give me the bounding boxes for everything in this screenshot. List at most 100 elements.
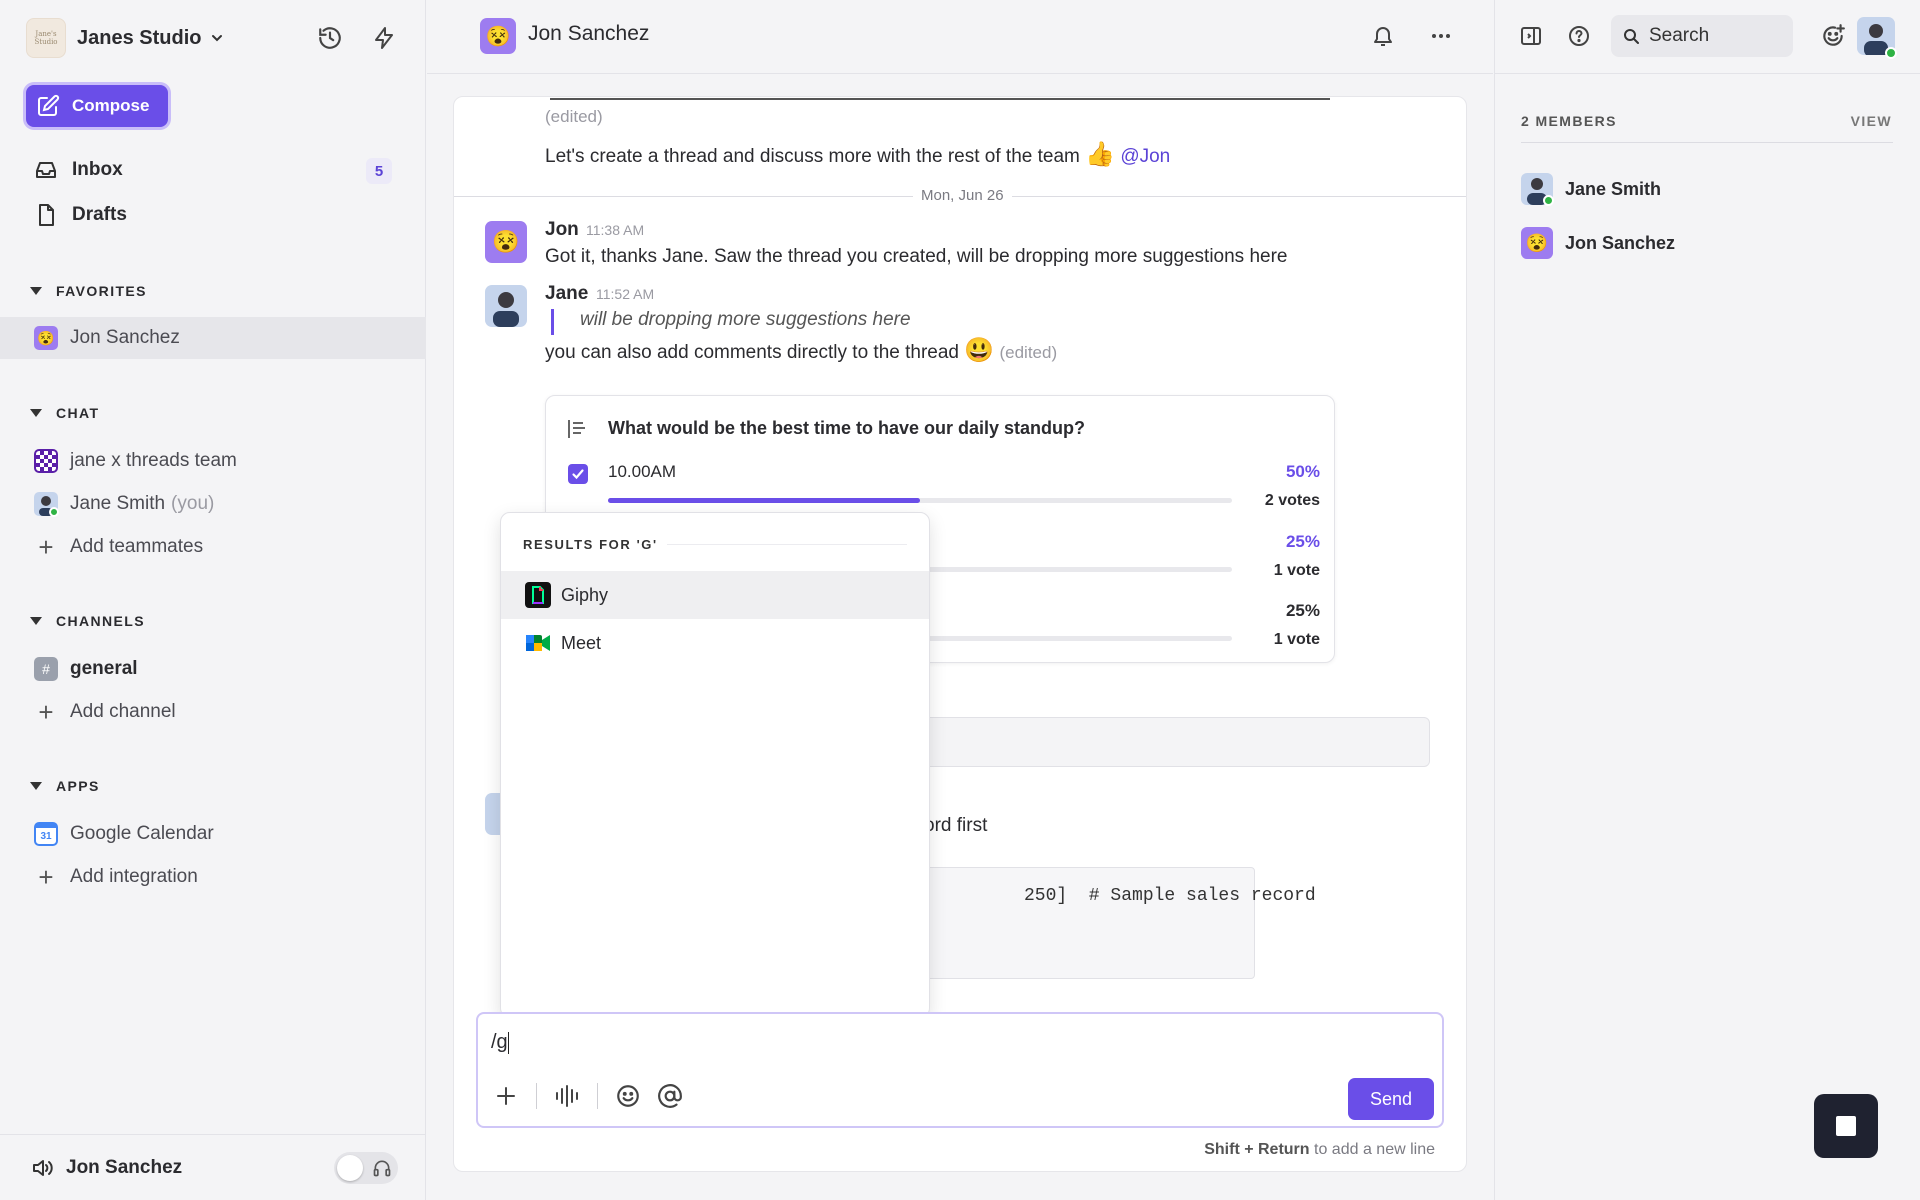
poll-option-checkbox[interactable] (568, 464, 588, 484)
mention-link[interactable]: @Jon (1120, 146, 1170, 167)
poll-option-votes: 1 vote (1273, 562, 1320, 579)
footer-user-name: Jon Sanchez (66, 1156, 183, 1178)
composer-input[interactable]: /g (491, 1031, 509, 1054)
caret-down-icon (30, 409, 42, 417)
quoted-text: will be dropping more suggestions here (551, 309, 911, 335)
add-integration-button[interactable]: + Add integration (0, 856, 426, 898)
hint-keys: Shift + Return (1204, 1141, 1310, 1158)
sidebar-item-team[interactable]: jane x threads team (0, 440, 426, 482)
add-channel-button[interactable]: + Add channel (0, 691, 426, 733)
stop-icon (1836, 1116, 1856, 1136)
composer-value: /g (491, 1031, 508, 1053)
previous-content-edge (550, 97, 1330, 100)
document-icon (39, 204, 54, 226)
nav-inbox[interactable]: Inbox (34, 154, 123, 186)
member-jane-smith[interactable]: Jane Smith (1521, 172, 1661, 206)
sidebar-item-jane-smith[interactable]: Jane Smith (you) (0, 483, 426, 525)
sidebar-item-general[interactable]: # general (0, 648, 426, 690)
favorites-section-header[interactable]: FAVORITES (30, 283, 147, 299)
hint-text: to add a new line (1314, 1141, 1435, 1158)
apps-section-header[interactable]: APPS (30, 778, 100, 794)
inbox-label: Inbox (72, 159, 123, 180)
team-avatar (34, 449, 58, 473)
avatar: 😵 (34, 326, 58, 350)
conversation-title: Jon Sanchez (528, 22, 650, 45)
view-members-link[interactable]: VIEW (1851, 113, 1892, 129)
text-caret (507, 1031, 509, 1054)
members-panel: Search 2 MEMBERS VIEW Jane Smith 😵 Jon S… (1494, 0, 1920, 1200)
channels-title: CHANNELS (56, 613, 145, 629)
hash-icon: # (34, 657, 58, 681)
poll-option-votes: 2 votes (1264, 492, 1320, 509)
smile-emoji: 😃 (964, 337, 995, 364)
chat-title: CHAT (56, 405, 100, 421)
workspace-logo: Jane's Studio (26, 18, 66, 58)
search-input[interactable]: Search (1611, 15, 1793, 57)
sidebar-toggle-icon[interactable] (1515, 20, 1547, 52)
audio-waveform-icon[interactable] (551, 1080, 583, 1112)
search-placeholder: Search (1649, 25, 1710, 46)
workspace-switcher[interactable]: Jane's Studio Janes Studio (26, 18, 225, 58)
edit-icon (38, 94, 60, 116)
bell-icon[interactable] (1367, 20, 1399, 52)
sidebar-item-google-calendar[interactable]: 31 Google Calendar (0, 813, 426, 855)
poll-icon (568, 420, 585, 438)
divider (536, 1083, 537, 1109)
emoji-icon[interactable] (612, 1080, 644, 1112)
huddle-toggle[interactable] (334, 1152, 398, 1184)
message-author[interactable]: Jon (545, 219, 579, 241)
sidebar-item-label: Jon Sanchez (70, 327, 180, 348)
date-divider-label: Mon, Jun 26 (913, 187, 1012, 204)
edited-tag: (edited) (999, 343, 1058, 362)
sidebar-item-label: Google Calendar (70, 823, 214, 844)
nav-drafts[interactable]: Drafts (34, 199, 127, 231)
send-button[interactable]: Send (1348, 1078, 1434, 1120)
stop-recording-button[interactable] (1814, 1094, 1878, 1158)
thumbs-up-emoji: 👍 (1085, 141, 1116, 168)
add-reaction-icon[interactable] (1817, 20, 1849, 52)
poll-option-label[interactable]: 10.00AM (608, 462, 676, 482)
sidebar-item-label: general (70, 658, 138, 679)
add-channel-label: Add channel (70, 701, 176, 722)
sidebar: Jane's Studio Janes Studio Compose Inbox… (0, 0, 426, 1200)
mention-icon[interactable] (654, 1080, 686, 1112)
you-suffix: (you) (171, 493, 215, 514)
poll-option-percent: 50% (1285, 462, 1320, 481)
poll-option-bar (608, 498, 1232, 503)
history-icon[interactable] (314, 22, 346, 54)
channels-section-header[interactable]: CHANNELS (30, 613, 145, 629)
avatar: 😵 (1521, 227, 1553, 259)
command-item-meet[interactable]: Meet (501, 619, 929, 667)
plus-icon[interactable] (490, 1080, 522, 1112)
slash-command-popup: RESULTS FOR 'G' Giphy Meet (500, 512, 930, 1018)
google-calendar-icon: 31 (34, 822, 58, 846)
inbox-icon (36, 162, 56, 178)
caret-down-icon (30, 617, 42, 625)
avatar[interactable] (485, 285, 527, 327)
sidebar-item-jon-sanchez[interactable]: 😵 Jon Sanchez (0, 317, 426, 359)
giphy-icon (525, 582, 551, 608)
divider (1521, 142, 1893, 143)
avatar (1521, 173, 1554, 206)
command-item-giphy[interactable]: Giphy (501, 571, 929, 619)
lightning-icon[interactable] (368, 22, 400, 54)
poll-question: What would be the best time to have our … (608, 418, 1086, 438)
message-author[interactable]: Jane (545, 283, 588, 305)
poll-option-votes: 1 vote (1273, 631, 1320, 648)
message-composer[interactable]: /g Send (476, 1012, 1444, 1128)
more-options-icon[interactable] (1425, 20, 1457, 52)
compose-button[interactable]: Compose (26, 85, 168, 127)
add-teammates-button[interactable]: + Add teammates (0, 526, 426, 568)
speaker-icon[interactable] (30, 1156, 54, 1180)
edited-tag: (edited) (545, 107, 603, 126)
avatar: 😵 (480, 18, 516, 54)
help-icon[interactable] (1563, 20, 1595, 52)
member-name: Jon Sanchez (1565, 232, 1676, 253)
chat-section-header[interactable]: CHAT (30, 405, 99, 421)
avatar[interactable]: 😵 (485, 221, 527, 263)
member-jon-sanchez[interactable]: 😵 Jon Sanchez (1521, 226, 1675, 260)
message-text: ord first (924, 815, 988, 836)
chevron-down-icon (212, 35, 223, 42)
sidebar-item-label: Jane Smith (70, 493, 166, 514)
caret-down-icon (30, 782, 42, 790)
